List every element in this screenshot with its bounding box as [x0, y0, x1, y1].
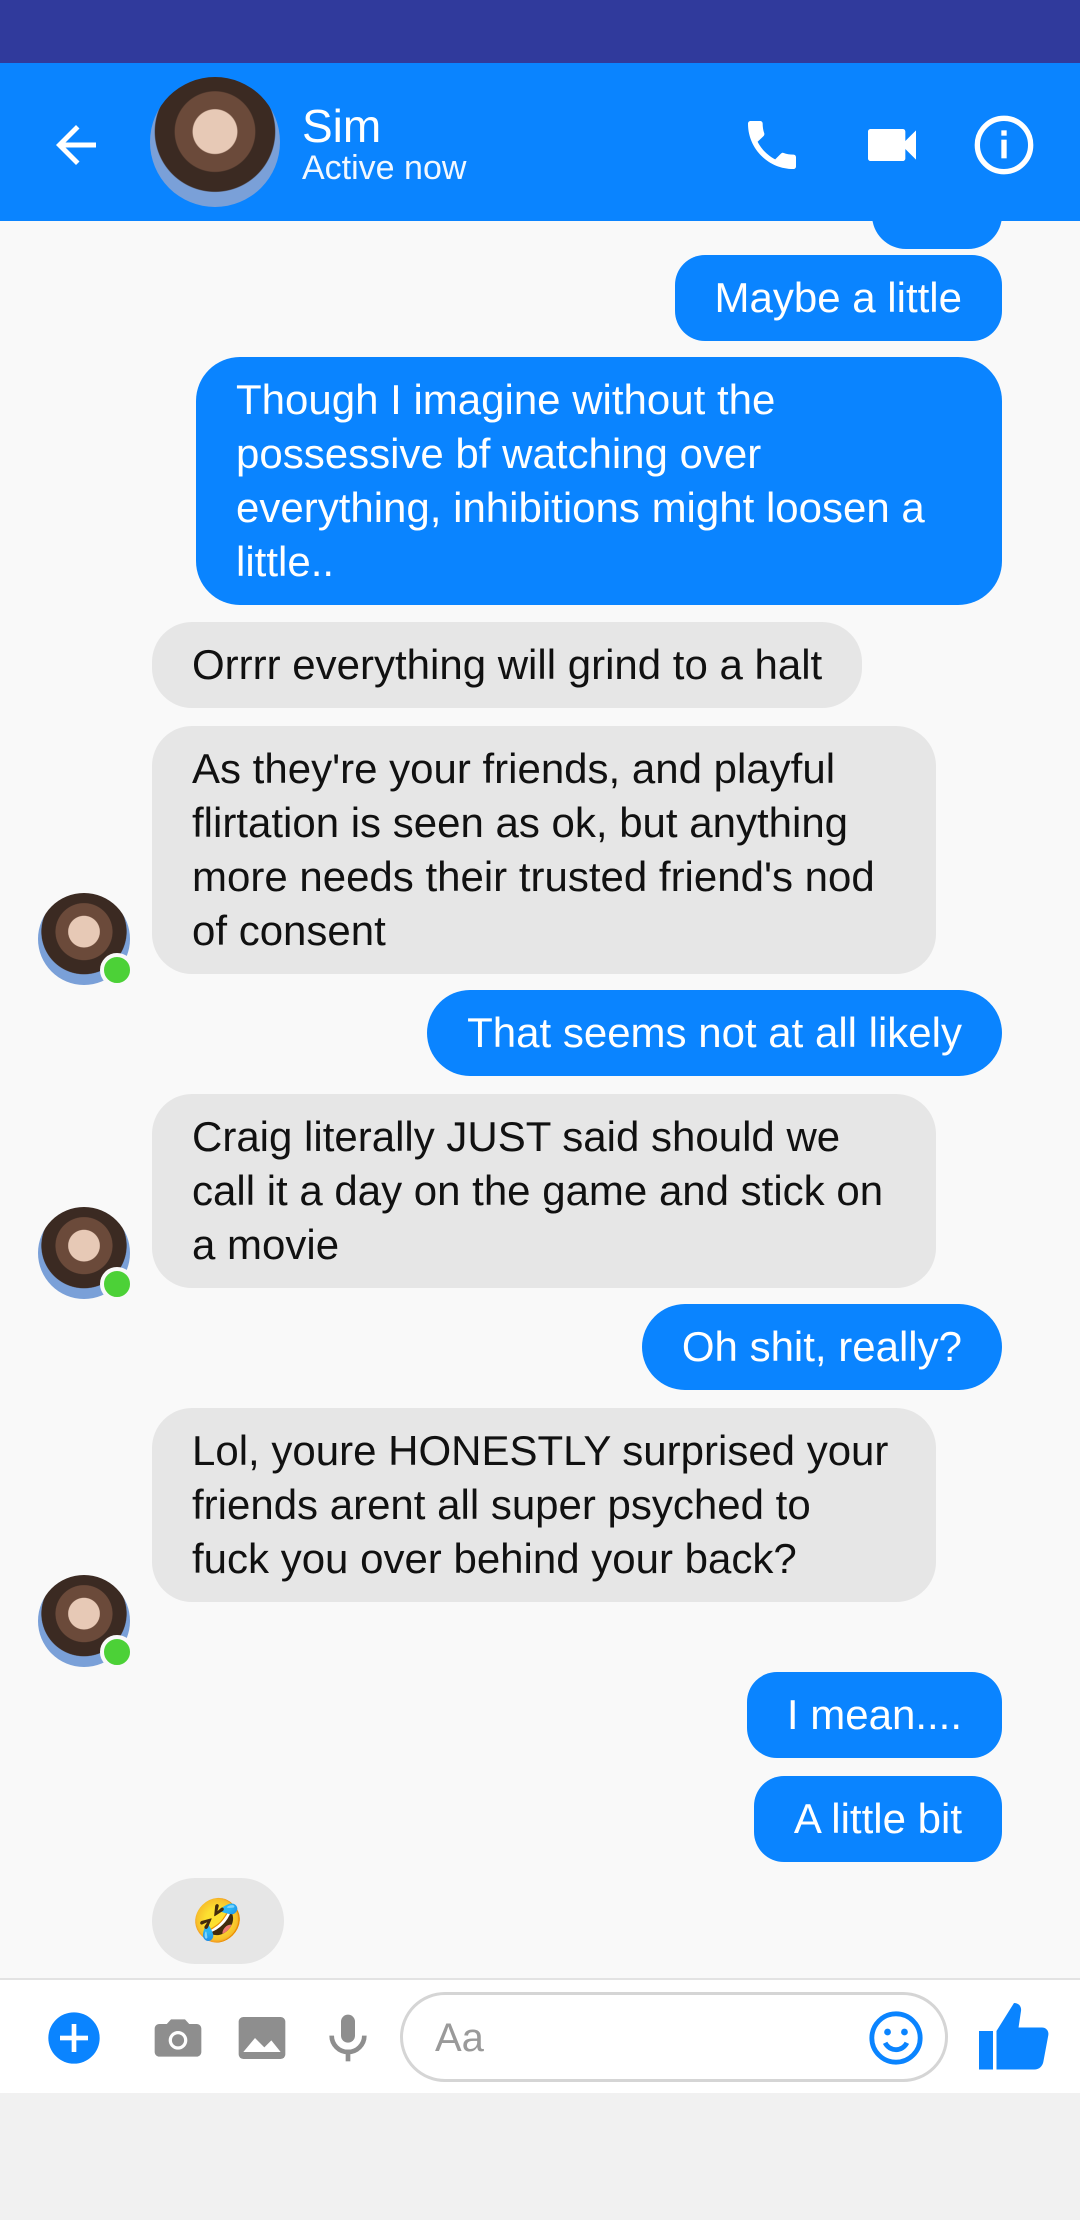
online-indicator [100, 1267, 134, 1301]
contact-avatar-small [38, 893, 134, 987]
message-bubble-partial [872, 221, 1002, 249]
message-composer [0, 1978, 1080, 2095]
back-arrow-icon[interactable] [46, 115, 106, 175]
message-bubble-incoming[interactable]: Orrrr everything will grind to a halt [152, 622, 863, 708]
message-bubble-outgoing[interactable]: That seems not at all likely [427, 990, 1002, 1076]
video-camera-icon[interactable] [860, 113, 924, 177]
info-icon[interactable] [972, 113, 1036, 177]
message-bubble-outgoing[interactable]: A little bit [753, 1776, 1002, 1862]
contact-name[interactable]: Sim [302, 99, 381, 153]
message-input[interactable] [433, 2009, 837, 2067]
contact-avatar-small [38, 1575, 134, 1669]
message-bubble-incoming[interactable]: Lol, youre HONESTLY surprised your frien… [152, 1408, 936, 1602]
contact-avatar-small [38, 1207, 134, 1301]
navigation-area [0, 2093, 1080, 2220]
image-icon[interactable] [234, 2010, 290, 2066]
smiley-icon[interactable] [867, 2009, 925, 2067]
camera-icon[interactable] [150, 2010, 206, 2066]
message-bubble-incoming[interactable]: Craig literally JUST said should we call… [152, 1094, 936, 1288]
thumbs-up-icon[interactable] [972, 1996, 1056, 2080]
contact-status: Active now [302, 149, 467, 187]
message-bubble-outgoing[interactable]: I mean.... [746, 1672, 1002, 1758]
message-bubble-incoming[interactable]: As they're your friends, and playful fli… [152, 726, 936, 974]
message-bubble-outgoing[interactable]: Maybe a little [674, 255, 1002, 341]
message-list[interactable]: Maybe a little Though I imagine without … [0, 221, 1080, 1978]
microphone-icon[interactable] [320, 2010, 376, 2066]
message-bubble-outgoing[interactable]: Though I imagine without the possessive … [196, 357, 1002, 605]
message-bubble-emoji[interactable]: 🤣 [152, 1878, 284, 1964]
chat-header: Sim Active now [0, 63, 1080, 221]
status-bar [0, 0, 1080, 63]
phone-icon[interactable] [740, 113, 804, 177]
plus-circle-icon[interactable] [46, 2010, 102, 2066]
online-indicator [100, 953, 134, 987]
message-input-container[interactable] [400, 1992, 948, 2082]
contact-avatar[interactable] [150, 77, 280, 207]
online-indicator [100, 1635, 134, 1669]
message-bubble-outgoing[interactable]: Oh shit, really? [641, 1304, 1002, 1390]
